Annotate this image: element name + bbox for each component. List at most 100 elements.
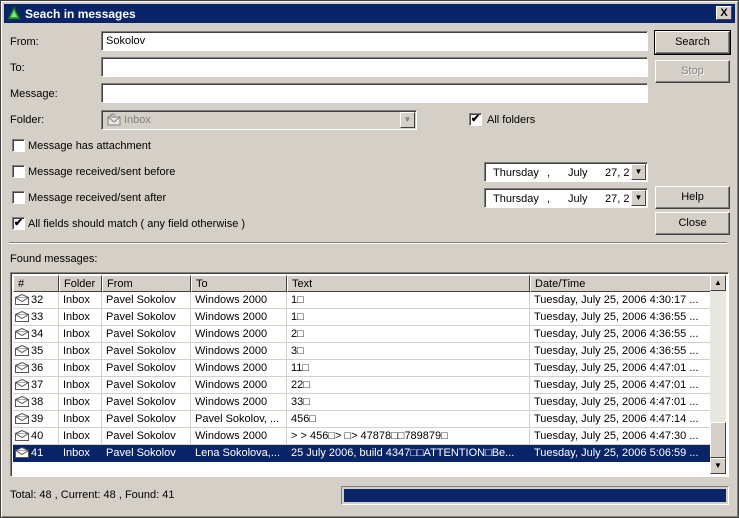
vertical-scrollbar[interactable]: ▲ ▼ [710, 275, 726, 474]
scroll-down-icon[interactable]: ▼ [710, 458, 726, 474]
table-cell-to: Lena Sokolova,... [191, 445, 287, 462]
title-bar[interactable]: Seach in messages X [4, 4, 735, 23]
all-folders-label: All folders [487, 114, 536, 126]
cell-text: Inbox [63, 345, 90, 357]
search-button[interactable]: Search [654, 30, 731, 55]
envelope-icon [15, 294, 29, 305]
table-cell-text: 456□ [287, 411, 530, 428]
after-checkbox[interactable] [12, 191, 25, 204]
to-label: To: [10, 62, 25, 74]
cell-text: Lena Sokolova,... [195, 447, 281, 459]
scroll-thumb[interactable] [710, 422, 726, 458]
table-cell-folder: Inbox [59, 428, 102, 445]
table-cell-to: Windows 2000 [191, 394, 287, 411]
table-cell-to: Windows 2000 [191, 428, 287, 445]
table-cell-text: 2□ [287, 326, 530, 343]
cell-text: 11□ [291, 362, 310, 374]
date-after-picker[interactable]: Thursday , July 27, 2 ▼ [484, 188, 648, 208]
column-header-text[interactable]: Text [287, 275, 530, 292]
envelope-icon [15, 362, 29, 373]
cell-text: Windows 2000 [195, 430, 268, 442]
column-header-from[interactable]: From [102, 275, 191, 292]
close-button[interactable]: Close [655, 212, 730, 235]
from-input[interactable]: Sokolov [101, 31, 648, 51]
results-list[interactable]: # Folder From To Text Date/Time 32 Inbox P… [10, 272, 729, 477]
app-icon [7, 6, 21, 20]
table-row[interactable]: 32 Inbox Pavel Sokolov Windows 2000 1□ Tuesda… [13, 292, 711, 309]
table-row[interactable]: 37 Inbox Pavel Sokolov Windows 2000 22□ Tuesd… [13, 377, 711, 394]
cell-text: 32 [31, 294, 44, 306]
close-icon[interactable]: X [716, 6, 732, 20]
table-cell-from: Pavel Sokolov [102, 309, 191, 326]
help-button[interactable]: Help [655, 186, 730, 209]
all-fields-label: All fields should match ( any field othe… [28, 218, 246, 230]
progress-bar [341, 486, 729, 505]
envelope-icon [15, 396, 29, 407]
table-cell-date: Tuesday, July 25, 2006 4:36:55 ... [530, 309, 711, 326]
cell-text: Pavel Sokolov [106, 362, 176, 374]
date-before-month: July [568, 167, 588, 179]
stop-button[interactable]: Stop [655, 60, 730, 83]
table-cell-date: Tuesday, July 25, 2006 4:47:01 ... [530, 377, 711, 394]
table-cell-folder: Inbox [59, 360, 102, 377]
cell-text: Pavel Sokolov [106, 311, 176, 323]
table-row[interactable]: 34 Inbox Pavel Sokolov Windows 2000 2□ Tuesda… [13, 326, 711, 343]
cell-text: Pavel Sokolov [106, 413, 176, 425]
cell-text: 456□ [291, 413, 316, 425]
table-row[interactable]: 33 Inbox Pavel Sokolov Windows 2000 1□ Tuesda… [13, 309, 711, 326]
table-cell-text: 11□ [287, 360, 530, 377]
table-cell-to: Windows 2000 [191, 360, 287, 377]
cell-text: 41 [31, 447, 44, 459]
chevron-down-icon[interactable]: ▼ [631, 164, 646, 180]
chevron-down-icon[interactable]: ▼ [400, 112, 415, 128]
table-cell-date: Tuesday, July 25, 2006 5:06:59 ... [530, 445, 711, 462]
attachment-checkbox[interactable] [12, 139, 25, 152]
table-cell-number: 41 [13, 445, 59, 462]
table-row[interactable]: 36 Inbox Pavel Sokolov Windows 2000 11□ Tuesd… [13, 360, 711, 377]
table-cell-date: Tuesday, July 25, 2006 4:36:55 ... [530, 326, 711, 343]
cell-text: Pavel Sokolov [106, 294, 176, 306]
folder-select[interactable]: Inbox ▼ [101, 110, 417, 130]
inbox-icon [107, 113, 121, 126]
table-row[interactable]: 41 Inbox Pavel Sokolov Lena Sokolova,... 25 … [13, 445, 711, 462]
before-checkbox[interactable] [12, 165, 25, 178]
cell-text: Pavel Sokolov [106, 328, 176, 340]
cell-text: Tuesday, July 25, 2006 4:47:01 ... [534, 396, 699, 408]
cell-text: > > 456□> □> 47878□□789879□ [291, 430, 448, 442]
all-folders-checkbox[interactable]: ✔ [469, 113, 482, 126]
all-fields-checkbox[interactable]: ✔ [12, 217, 25, 230]
envelope-icon [15, 328, 29, 339]
table-cell-folder: Inbox [59, 326, 102, 343]
table-cell-to: Pavel Sokolov, ... [191, 411, 287, 428]
table-cell-date: Tuesday, July 25, 2006 4:47:01 ... [530, 360, 711, 377]
column-header-datetime[interactable]: Date/Time [530, 275, 711, 292]
cell-text: Inbox [63, 294, 90, 306]
table-row[interactable]: 38 Inbox Pavel Sokolov Windows 2000 33□ Tuesd… [13, 394, 711, 411]
folder-value: Inbox [124, 114, 151, 126]
table-row[interactable]: 39 Inbox Pavel Sokolov Pavel Sokolov, ... 45… [13, 411, 711, 428]
envelope-icon [15, 311, 29, 322]
scroll-up-icon[interactable]: ▲ [710, 275, 726, 291]
date-before-picker[interactable]: Thursday , July 27, 2 ▼ [484, 162, 648, 182]
table-cell-folder: Inbox [59, 411, 102, 428]
table-cell-number: 35 [13, 343, 59, 360]
envelope-icon [15, 345, 29, 356]
cell-text: 3□ [291, 345, 304, 357]
column-header-to[interactable]: To [191, 275, 287, 292]
cell-text: Windows 2000 [195, 311, 268, 323]
table-row[interactable]: 40 Inbox Pavel Sokolov Windows 2000 > > 456□… [13, 428, 711, 445]
table-cell-folder: Inbox [59, 292, 102, 309]
message-input[interactable] [101, 83, 648, 103]
table-row[interactable]: 35 Inbox Pavel Sokolov Windows 2000 3□ Tuesda… [13, 343, 711, 360]
date-after-sep: , [547, 193, 551, 205]
cell-text: 33 [31, 311, 44, 323]
table-cell-text: > > 456□> □> 47878□□789879□ [287, 428, 530, 445]
date-after-date: 27, 2 [605, 193, 630, 205]
chevron-down-icon[interactable]: ▼ [631, 190, 646, 206]
date-before-date: 27, 2 [605, 167, 630, 179]
column-header-folder[interactable]: Folder [59, 275, 102, 292]
cell-text: 1□ [291, 294, 304, 306]
to-input[interactable] [101, 57, 648, 77]
column-header-number[interactable]: # [13, 275, 59, 292]
cell-text: Tuesday, July 25, 2006 4:36:55 ... [534, 311, 699, 323]
